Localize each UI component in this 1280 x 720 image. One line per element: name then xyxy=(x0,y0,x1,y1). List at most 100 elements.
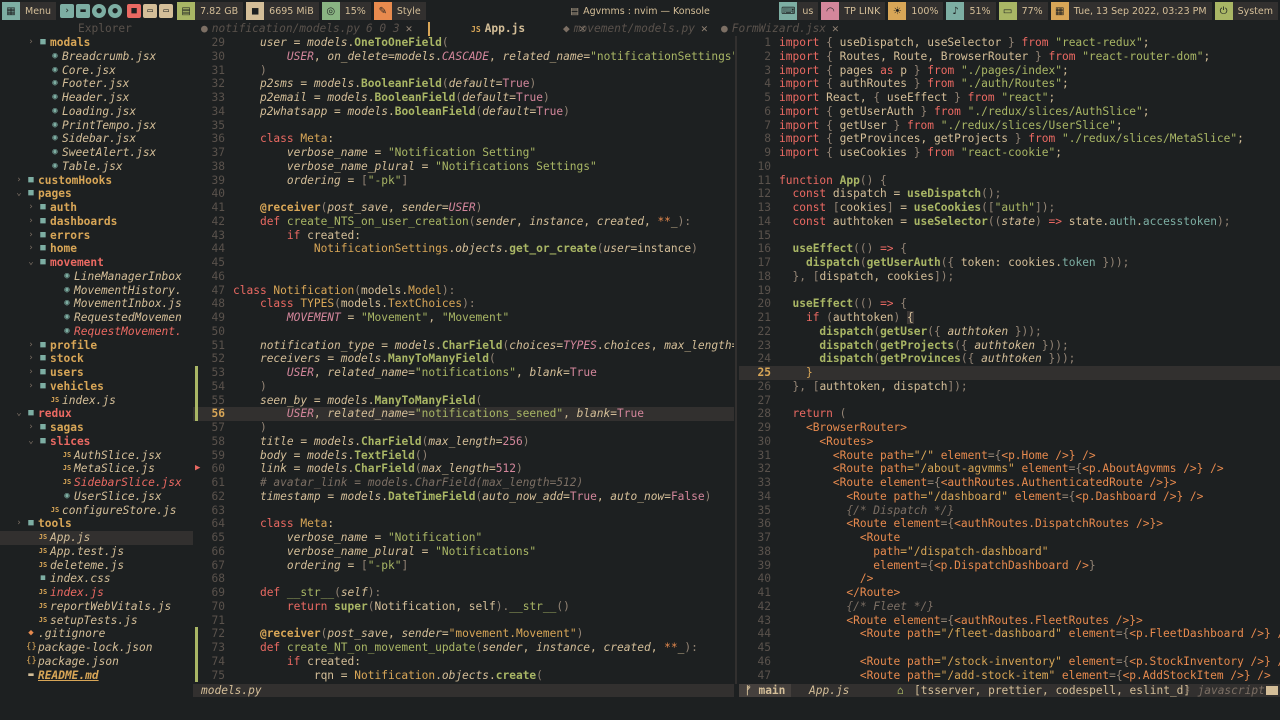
code-line[interactable]: 32 <Route path="/about-agvmms" element={… xyxy=(739,462,1280,476)
chevron-right-icon[interactable]: › xyxy=(26,201,36,215)
explorer-item[interactable]: {} package-lock.json xyxy=(0,641,193,655)
code-line[interactable]: 23 dispatch(getProjects({ authtoken })); xyxy=(739,339,1280,353)
explorer-item[interactable]: ◉ RequestMovement. xyxy=(0,325,193,339)
explorer-item[interactable]: JS deleteme.js xyxy=(0,559,193,573)
code-line[interactable]: 19 xyxy=(739,284,1280,298)
chevron-right-icon[interactable]: › xyxy=(26,421,36,435)
code-line[interactable]: 47 <Route path="/add-stock-item" element… xyxy=(739,669,1280,683)
code-line[interactable]: 45 xyxy=(739,641,1280,655)
screen-icon[interactable]: ▭ xyxy=(143,4,158,18)
code-line[interactable]: 73 def create_NT_on_movement_update(send… xyxy=(193,641,734,655)
code-line[interactable]: 74 if created: xyxy=(193,654,734,669)
volume-widget[interactable]: ♪ 51% xyxy=(946,2,996,20)
code-line[interactable]: 27 xyxy=(739,394,1280,408)
system-widget[interactable]: ⏻ System xyxy=(1214,2,1278,20)
chevron-right-icon[interactable]: › xyxy=(14,517,24,531)
chevron-right-icon[interactable]: › xyxy=(26,339,36,353)
code-line[interactable]: 31 <Route path="/" element={<p.Home />} … xyxy=(739,449,1280,463)
code-line[interactable]: 43 <Route element={<authRoutes.FleetRout… xyxy=(739,614,1280,628)
explorer-item[interactable]: JS index.js xyxy=(0,394,193,408)
code-line[interactable]: 24 dispatch(getProvinces({ authtoken }))… xyxy=(739,352,1280,366)
settings-icon[interactable]: ● xyxy=(108,4,123,18)
explorer-item[interactable]: ◉ Loading.jsx xyxy=(0,105,193,119)
explorer-item[interactable]: › ■ users xyxy=(0,366,193,380)
system-label[interactable]: System xyxy=(1232,2,1278,20)
explorer-item[interactable]: ◉ Core.jsx xyxy=(0,64,193,78)
explorer-item[interactable]: › ■ sagas xyxy=(0,421,193,435)
explorer-item[interactable]: ⌄ ■ redux xyxy=(0,407,193,421)
code-line[interactable]: 33 p2email = models.BooleanField(default… xyxy=(193,91,734,105)
code-line[interactable]: 33 <Route element={<authRoutes.Authentic… xyxy=(739,476,1280,490)
explorer-item[interactable]: JS reportWebVitals.js xyxy=(0,600,193,614)
code-line[interactable]: 49 MOVEMENT = "Movement", "Movement" xyxy=(193,311,734,325)
code-line[interactable]: 13 const [cookies] = useCookies(["auth"]… xyxy=(739,201,1280,215)
code-line[interactable]: 70 return super(Notification, self).__st… xyxy=(193,600,734,614)
code-line[interactable]: 30 <Routes> xyxy=(739,435,1280,449)
code-line[interactable]: 47 class Notification(models.Model): xyxy=(193,284,734,298)
brightness-widget[interactable]: ☀ 100% xyxy=(888,2,944,20)
style-label[interactable]: Style xyxy=(391,2,426,20)
explorer-item[interactable]: ◆ .gitignore xyxy=(0,627,193,641)
code-line[interactable]: 58 title = models.CharField(max_length=2… xyxy=(193,435,734,449)
explorer-item[interactable]: ◉ Sidebar.jsx xyxy=(0,132,193,146)
code-line[interactable]: 16 useEffect(() => { xyxy=(739,242,1280,256)
explorer-item[interactable]: ◉ UserSlice.jsx xyxy=(0,490,193,504)
code-line[interactable]: 42 def create_NTS_on_user_creation(sende… xyxy=(193,215,734,229)
code-line[interactable]: 55 seen_by = models.ManyToManyField( xyxy=(193,393,734,408)
code-line[interactable]: 31 ) xyxy=(193,64,734,78)
code-line[interactable]: 51 notification_type = models.CharField(… xyxy=(193,339,734,353)
code-line[interactable]: 2 import { Routes, Route, BrowserRouter }… xyxy=(739,50,1280,64)
chevron-down-icon[interactable]: ⌄ xyxy=(26,435,36,449)
code-line[interactable]: 59 body = models.TextField() xyxy=(193,449,734,463)
explorer-item[interactable]: ◉ Table.jsx xyxy=(0,160,193,174)
code-line[interactable]: 26 }, [authtoken, dispatch]); xyxy=(739,380,1280,394)
explorer-item[interactable]: JS MetaSlice.js xyxy=(0,462,193,476)
code-line[interactable]: 57 ) xyxy=(193,421,734,435)
code-line[interactable]: 52 receivers = models.ManyToManyField( xyxy=(193,352,734,366)
code-line[interactable]: 39 element={<p.DispatchDashboard />} xyxy=(739,559,1280,573)
code-line[interactable]: 1 import { useDispatch, useSelector } fro… xyxy=(739,36,1280,50)
chevron-down-icon[interactable]: ⌄ xyxy=(26,256,36,270)
explorer-item[interactable]: JS SidebarSlice.jsx xyxy=(0,476,193,490)
code-line[interactable]: 3 import { pages as p } from "./pages/ind… xyxy=(739,64,1280,78)
explorer-item[interactable]: JS setupTests.js xyxy=(0,614,193,628)
tab-notification-models-py[interactable]: ● notification/models.py 6 0 3 ✕ xyxy=(201,22,412,36)
code-line[interactable]: 25 } xyxy=(739,366,1280,380)
code-line[interactable]: 11 function App() { xyxy=(739,174,1280,188)
code-line[interactable]: 10 xyxy=(739,160,1280,174)
chevron-right-icon[interactable]: › xyxy=(26,352,36,366)
explorer-item[interactable]: JS AuthSlice.jsx xyxy=(0,449,193,463)
code-line[interactable]: 40 /> xyxy=(739,572,1280,586)
explorer-item[interactable]: › ■ auth xyxy=(0,201,193,215)
explorer-item[interactable]: ⌄ ■ pages xyxy=(0,187,193,201)
terminal-icon[interactable]: › xyxy=(60,4,75,18)
explorer-item[interactable]: JS App.test.js xyxy=(0,545,193,559)
chevron-down-icon[interactable]: ⌄ xyxy=(14,407,24,421)
code-line[interactable]: 68 xyxy=(193,572,734,586)
explorer-item[interactable]: JS index.js xyxy=(0,586,193,600)
code-line[interactable]: 12 const dispatch = useDispatch(); xyxy=(739,187,1280,201)
clock-widget[interactable]: ▦ Tue, 13 Sep 2022, 03:23 PM xyxy=(1050,2,1212,20)
pane-separator[interactable] xyxy=(735,36,737,684)
code-line[interactable]: 14 const authtoken = useSelector((state)… xyxy=(739,215,1280,229)
code-line[interactable]: 28 return ( xyxy=(739,407,1280,421)
explorer-item[interactable]: › ■ errors xyxy=(0,229,193,243)
chevron-right-icon[interactable]: › xyxy=(26,215,36,229)
code-line[interactable]: 36 class Meta: xyxy=(193,132,734,146)
keyboard-widget[interactable]: ⌨ us xyxy=(779,2,819,20)
code-line[interactable]: 20 useEffect(() => { xyxy=(739,297,1280,311)
code-line[interactable]: 6 import { getUserAuth } from "./redux/sl… xyxy=(739,105,1280,119)
code-line[interactable]: 65 verbose_name = "Notification" xyxy=(193,531,734,545)
code-line[interactable]: 36 <Route element={<authRoutes.DispatchR… xyxy=(739,517,1280,531)
code-line[interactable]: 46 xyxy=(193,270,734,284)
code-line[interactable]: 50 xyxy=(193,325,734,339)
explorer-item[interactable]: JS App.js xyxy=(0,531,193,545)
explorer-item[interactable]: ◉ LineManagerInbox xyxy=(0,270,193,284)
explorer-item[interactable]: JS configureStore.js xyxy=(0,504,193,518)
code-line[interactable]: 48 class TYPES(models.TextChoices): xyxy=(193,297,734,311)
code-line[interactable]: 37 verbose_name = "Notification Setting" xyxy=(193,146,734,160)
chevron-right-icon[interactable]: › xyxy=(26,380,36,394)
code-line[interactable]: 67 ordering = ["-pk"] xyxy=(193,559,734,573)
code-line[interactable]: 15 xyxy=(739,229,1280,243)
editor-pane-left[interactable]: 29 user = models.OneToOneField(30 USER, … xyxy=(193,36,734,684)
